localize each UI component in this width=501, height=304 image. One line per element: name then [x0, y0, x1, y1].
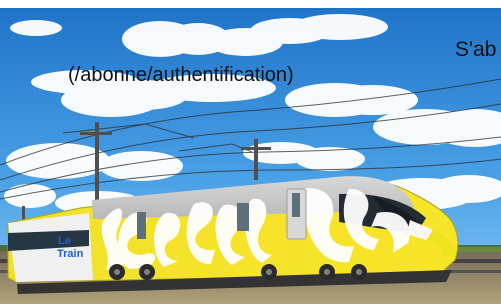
train-logo-line-2: Train	[57, 248, 84, 260]
partial-heading: S'ab	[455, 38, 497, 61]
train-logo-line-1: Le	[58, 235, 71, 247]
page: Le Train (/abonne/authentification) S'ab	[0, 0, 501, 304]
top-white-strip	[0, 0, 501, 8]
hero-train-image: Le Train	[0, 8, 501, 304]
auth-link[interactable]: (/abonne/authentification)	[68, 63, 294, 87]
